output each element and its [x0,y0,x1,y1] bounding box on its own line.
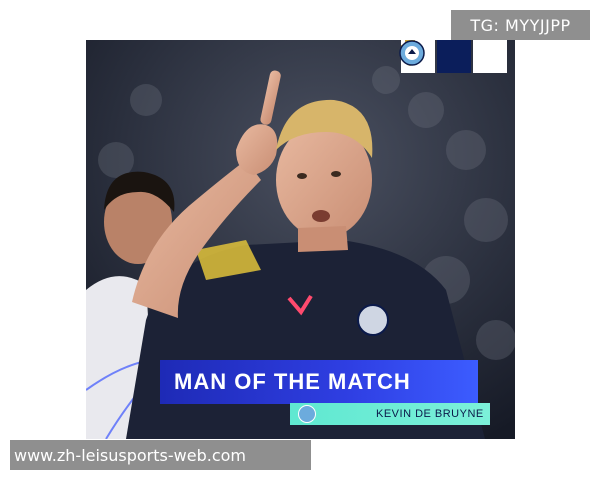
motm-label: MAN OF THE MATCH [174,369,411,394]
bottom-watermark-text: www.zh-leisusports-web.com [14,445,246,465]
club-crests [399,40,515,75]
manchester-city-crest-icon [399,40,507,73]
man-of-the-match-banner: MAN OF THE MATCH [160,360,478,404]
champions-league-starball-icon [400,40,471,73]
match-photo-card: MAN OF THE MATCH KEVIN DE BRUYNE [86,40,515,439]
mini-club-crest-icon [298,405,316,423]
top-watermark: TG: MYYJJPP [451,10,590,40]
player-name-bar: KEVIN DE BRUYNE [290,403,490,425]
player-name: KEVIN DE BRUYNE [376,408,484,420]
top-watermark-text: TG: MYYJJPP [470,15,571,35]
bottom-watermark: www.zh-leisusports-web.com [10,440,311,470]
